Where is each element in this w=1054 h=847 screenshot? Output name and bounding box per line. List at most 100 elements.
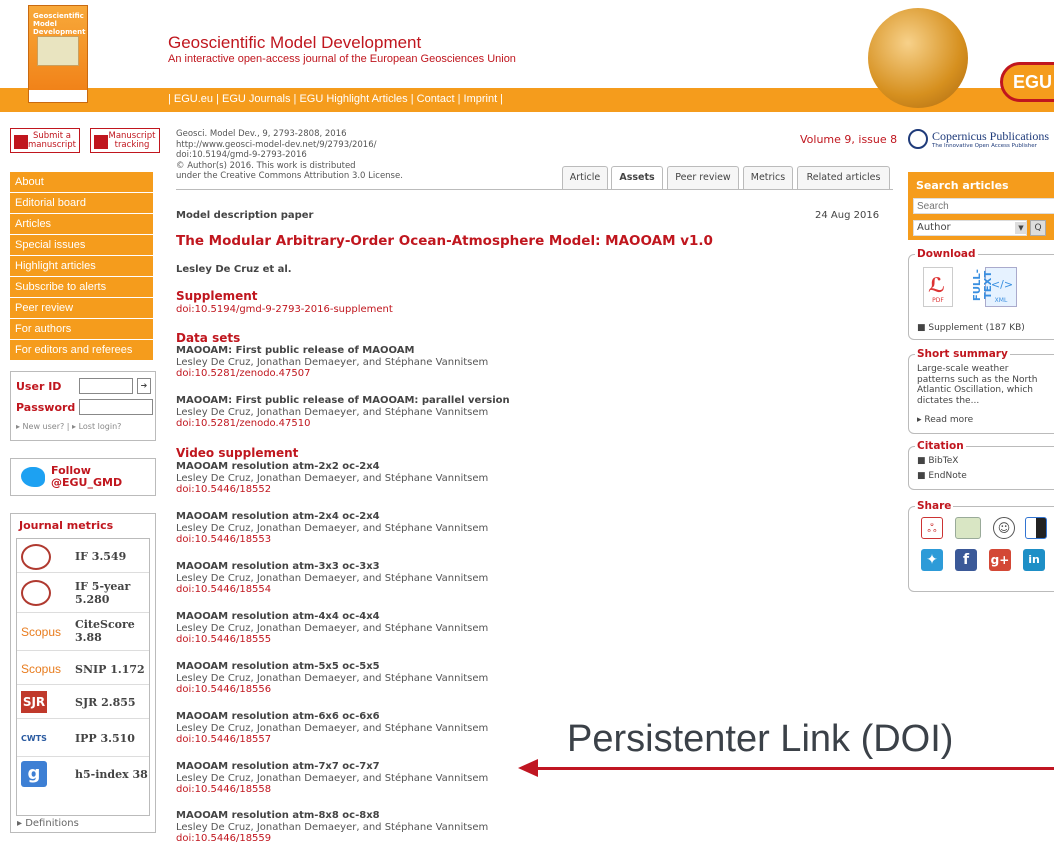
user-id-input[interactable] [79, 378, 133, 394]
definitions-link[interactable]: ▸ Definitions [17, 818, 79, 829]
copernicus-logo[interactable]: Copernicus Publications The Innovative O… [908, 129, 1054, 151]
video-doi-link[interactable]: doi:10.5446/18558 [176, 784, 488, 796]
pdf-caption: PDF [932, 297, 944, 304]
password-label: Password [16, 401, 76, 414]
sidebar-item-peer-review[interactable]: Peer review [10, 298, 153, 319]
publisher-name: Copernicus Publications [932, 129, 1049, 143]
paper-authors: Lesley De Cruz et al. [176, 264, 292, 275]
annotation-arrow-line [532, 767, 1054, 770]
metric-value: SJR 2.855 [75, 696, 136, 709]
video-doi-link[interactable]: doi:10.5446/18555 [176, 634, 488, 646]
video-authors: Lesley De Cruz, Jonathan Demaeyer, and S… [176, 572, 489, 584]
search-button[interactable]: Q [1030, 220, 1046, 236]
endnote-link[interactable]: ■ EndNote [917, 471, 967, 482]
download-box: Download ℒ PDF FULL-TEXT </> XML ■ Suppl… [908, 248, 1054, 340]
search-field-select[interactable]: Author ▼ [913, 220, 1027, 236]
dataset-doi-link[interactable]: doi:10.5281/zenodo.47510 [176, 418, 510, 430]
tab-article[interactable]: Article [562, 166, 608, 189]
license-line[interactable]: under the Creative Commons Attribution 3… [176, 171, 403, 182]
read-more-link[interactable]: ▸ Read more [917, 415, 973, 426]
video-supplement-heading: Video supplement [176, 446, 299, 460]
supplement-heading: Supplement [176, 289, 258, 303]
login-arrow-icon[interactable]: ➔ [137, 378, 151, 394]
sidebar-item-special-issues[interactable]: Special issues [10, 235, 153, 256]
article-doi[interactable]: doi:10.5194/gmd-9-2793-2016 [176, 150, 403, 161]
twitter-icon[interactable]: ✦ [921, 549, 943, 571]
mendeley-icon[interactable]: ஃ [921, 517, 943, 539]
metric-row-if[interactable]: IF 3.549 [17, 539, 149, 573]
share-box: Share ஃ ☺ ✦ f g+ in [908, 500, 1054, 592]
impact-factor-badge-icon [21, 580, 51, 606]
metric-row-h5[interactable]: g h5-index 38 [17, 757, 149, 793]
sidebar-item-articles[interactable]: Articles [10, 214, 153, 235]
metric-row-if5[interactable]: IF 5-year 5.280 [17, 573, 149, 613]
tracking-icon [94, 135, 108, 149]
supplement-doi-link[interactable]: doi:10.5194/gmd-9-2793-2016-supplement [176, 304, 393, 315]
video-doi-link[interactable]: doi:10.5446/18554 [176, 584, 488, 596]
twitter-follow-text: Follow @EGU_GMD [51, 465, 122, 489]
search-articles-box: Search articles Author ▼ Q [908, 172, 1054, 240]
video-doi-link[interactable]: doi:10.5446/18557 [176, 734, 488, 746]
egu-logo[interactable]: EGU [1000, 62, 1054, 102]
video-title: MAOOAM resolution atm-6x6 oc-6x6 [176, 711, 380, 722]
journal-title[interactable]: Geoscientific Model Development [168, 33, 421, 53]
video-authors: Lesley De Cruz, Jonathan Demaeyer, and S… [176, 672, 489, 684]
video-item: MAOOAM resolution atm-4x4 oc-4x4 Lesley … [176, 611, 488, 646]
dataset-authors: Lesley De Cruz, Jonathan Demaeyer, and S… [176, 356, 489, 368]
search-input[interactable] [913, 198, 1054, 214]
xml-download-icon[interactable]: FULL-TEXT </> XML [972, 267, 1017, 307]
google-plus-icon[interactable]: g+ [989, 549, 1011, 571]
password-input[interactable] [79, 399, 153, 415]
delicious-icon[interactable] [1025, 517, 1047, 539]
sidebar-nav: About Editorial board Articles Special i… [10, 172, 153, 361]
metric-row-citescore[interactable]: Scopus CiteScore 3.88 [17, 613, 149, 651]
metrics-list: IF 3.549 IF 5-year 5.280 Scopus CiteScor… [16, 538, 150, 816]
pdf-download-icon[interactable]: ℒ PDF [923, 267, 953, 307]
facebook-icon[interactable]: f [955, 549, 977, 571]
twitter-follow[interactable]: Follow @EGU_GMD [10, 458, 156, 496]
sidebar-item-subscribe[interactable]: Subscribe to alerts [10, 277, 153, 298]
video-authors: Lesley De Cruz, Jonathan Demaeyer, and S… [176, 622, 489, 634]
submit-manuscript-button[interactable]: Submit a manuscript [10, 128, 80, 153]
bibtex-link[interactable]: ■ BibTeX [917, 456, 958, 467]
supplement-download-link[interactable]: ■ Supplement (187 KB) [917, 323, 1025, 334]
share-title: Share [915, 500, 954, 512]
tab-assets[interactable]: Assets [611, 166, 663, 190]
sidebar-item-highlight-articles[interactable]: Highlight articles [10, 256, 153, 277]
metric-row-snip[interactable]: Scopus SNIP 1.172 [17, 651, 149, 685]
reddit-icon[interactable]: ☺ [993, 517, 1015, 539]
header-nav-links[interactable]: | EGU.eu | EGU Journals | EGU Highlight … [168, 93, 503, 105]
sidebar-item-for-authors[interactable]: For authors [10, 319, 153, 340]
video-title: MAOOAM resolution atm-8x8 oc-8x8 [176, 810, 380, 821]
metric-row-sjr[interactable]: SJR SJR 2.855 [17, 685, 149, 719]
login-links[interactable]: ▸ New user? | ▸ Lost login? [16, 422, 121, 431]
video-doi-link[interactable]: doi:10.5446/18559 [176, 833, 488, 845]
video-item: MAOOAM resolution atm-5x5 oc-5x5 Lesley … [176, 661, 488, 696]
tab-related-articles[interactable]: Related articles [797, 166, 890, 189]
submit-manuscript-label: Submit a manuscript [28, 131, 76, 150]
dataset-doi-link[interactable]: doi:10.5281/zenodo.47507 [176, 368, 488, 380]
linkedin-icon[interactable]: in [1023, 549, 1045, 571]
metric-row-ipp[interactable]: CWTS IPP 3.510 [17, 719, 149, 757]
article-url[interactable]: http://www.geosci-model-dev.net/9/2793/2… [176, 140, 403, 151]
short-summary-text: Large-scale weather patterns such as the… [917, 364, 1038, 406]
manuscript-tracking-button[interactable]: Manuscript tracking [90, 128, 160, 153]
video-item: MAOOAM resolution atm-7x7 oc-7x7 Lesley … [176, 761, 488, 796]
copyright-line: © Author(s) 2016. This work is distribut… [176, 160, 356, 171]
sidebar-item-editorial-board[interactable]: Editorial board [10, 193, 153, 214]
globe-icon [868, 8, 968, 108]
volume-issue[interactable]: Volume 9, issue 8 [800, 133, 897, 146]
citeulike-icon[interactable] [955, 517, 981, 539]
twitter-bird-icon [21, 467, 45, 487]
tab-peer-review[interactable]: Peer review [667, 166, 739, 189]
video-doi-link[interactable]: doi:10.5446/18556 [176, 684, 488, 696]
fulltext-caption: FULL-TEXT [972, 269, 994, 301]
tab-metrics[interactable]: Metrics [743, 166, 793, 189]
sidebar-item-for-editors[interactable]: For editors and referees [10, 340, 153, 361]
video-authors: Lesley De Cruz, Jonathan Demaeyer, and S… [176, 522, 489, 534]
sidebar-item-about[interactable]: About [10, 172, 153, 193]
video-doi-link[interactable]: doi:10.5446/18553 [176, 534, 488, 546]
manuscript-tracking-label: Manuscript tracking [108, 131, 156, 150]
video-doi-link[interactable]: doi:10.5446/18552 [176, 484, 488, 496]
journal-cover-image[interactable]: Geoscientific Model Development [28, 5, 88, 103]
